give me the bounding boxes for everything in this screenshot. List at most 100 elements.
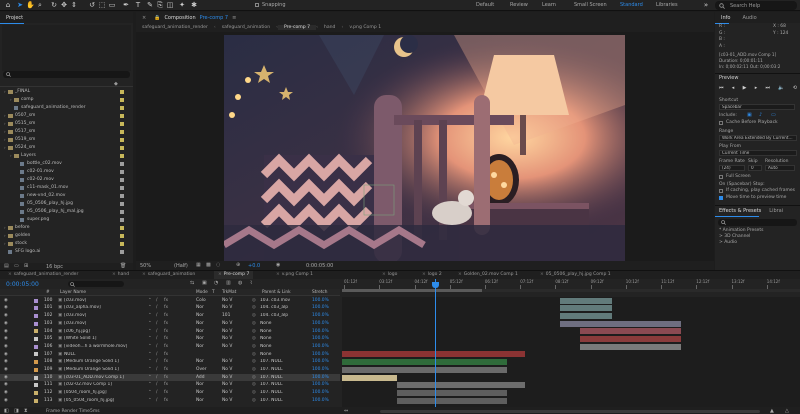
layer-track-matte[interactable]: No V — [222, 375, 232, 380]
include-video-icon[interactable]: ▣ — [747, 112, 752, 118]
layer-name[interactable]: [c02-02.mov Comp 1] — [64, 382, 146, 387]
breadcrumb-item[interactable]: v.png Comp 1 — [343, 25, 387, 30]
project-item[interactable]: › 0517_sm — [0, 128, 133, 135]
exposure-value[interactable]: +0.0 — [248, 263, 260, 269]
include-audio-icon[interactable]: ♪ — [759, 112, 762, 118]
libraries-tab[interactable]: Librai — [765, 208, 787, 214]
visibility-eye-icon[interactable]: ◉ — [4, 375, 8, 380]
shy-switch-icon[interactable]: ⌃ — [148, 398, 152, 403]
project-item[interactable]: c11-mask_01.mov — [0, 184, 133, 191]
layer-row[interactable]: ◉ 106 ▣ [videoh...h a wormhole.mov] ⌃ / fx Nor N… — [0, 343, 340, 350]
draft-3d-icon[interactable]: ▣ — [202, 280, 207, 286]
shy-switch-icon[interactable]: ⌃ — [148, 390, 152, 395]
effects-switch-icon[interactable]: fx — [164, 390, 168, 395]
visibility-eye-icon[interactable]: ◉ — [4, 305, 8, 310]
layer-row[interactable]: ◉ 100 ▣ [c03.mov] ⌃ / fx Colo No V ◎ 103. c03.mov 1… — [0, 297, 340, 304]
layer-track-matte[interactable]: No V — [222, 329, 232, 334]
layer-stretch[interactable]: 100.0% — [312, 305, 329, 310]
effects-switch-icon[interactable]: fx — [164, 382, 168, 387]
disclosure-arrow-icon[interactable]: › — [4, 113, 6, 118]
layer-mode[interactable]: Nor — [196, 336, 204, 341]
quality-switch-icon[interactable]: / — [156, 375, 157, 380]
layer-duration-bar[interactable] — [580, 328, 681, 335]
effects-switch-icon[interactable]: fx — [164, 329, 168, 334]
project-item[interactable]: c02-01.mov — [0, 168, 133, 175]
zoom-dropdown[interactable]: 50% — [140, 263, 151, 269]
timeline-tab[interactable]: × Pre-comp 7 — [214, 271, 254, 279]
layer-label-color[interactable] — [34, 337, 38, 341]
layer-row[interactable]: ◉ 112 ▣ [0504_room_hj.jpg] ⌃ / fx Nor No V ◎ 107. … — [0, 389, 340, 396]
layer-stretch[interactable]: 100.0% — [312, 352, 329, 357]
effects-switch-icon[interactable]: fx — [164, 367, 168, 372]
project-item[interactable]: › 0519_sm — [0, 136, 133, 143]
resolution-dropdown[interactable]: (Half) — [174, 263, 188, 269]
pick-whip-icon[interactable]: ◎ — [252, 367, 256, 372]
label-color-swatch[interactable] — [120, 89, 124, 94]
layer-label-color[interactable] — [34, 383, 38, 388]
zoom-tool-icon[interactable]: ⌕ — [36, 1, 44, 9]
graph-editor-icon[interactable]: ⌇ — [250, 280, 252, 286]
project-item[interactable]: 05_0506_play_hj_mal.jpg — [0, 208, 133, 215]
layer-name[interactable]: [c03-01_ADD.mov Comp 1] — [64, 375, 146, 380]
skip-input[interactable]: 0 — [748, 165, 762, 171]
layer-parent[interactable]: None — [260, 336, 304, 341]
pick-whip-icon[interactable]: ◎ — [252, 321, 256, 326]
pick-whip-icon[interactable]: ◎ — [252, 329, 256, 334]
close-icon[interactable]: × — [136, 15, 152, 21]
disclosure-arrow-icon[interactable]: › — [10, 153, 12, 158]
layer-parent[interactable]: None — [260, 321, 304, 326]
first-frame-icon[interactable]: ⏮ — [719, 85, 724, 91]
project-search-input[interactable] — [3, 71, 130, 78]
layer-parent[interactable]: 103. c03.mov — [260, 298, 304, 303]
layer-label-color[interactable] — [34, 360, 38, 365]
layer-mode[interactable]: Add — [196, 375, 205, 380]
layer-duration-bar[interactable] — [559, 312, 613, 319]
shortcut-dropdown[interactable]: Spacebar — [719, 104, 795, 110]
disclosure-arrow-icon[interactable]: › — [10, 97, 12, 102]
effects-item[interactable]: * Animation Presets — [719, 228, 763, 233]
orbit-tool-icon[interactable]: ↻ — [50, 1, 58, 9]
composition-tab-name[interactable]: Pre-comp 7 — [198, 15, 230, 21]
layer-row[interactable]: ◉ 102 ▣ [c03.mov] ⌃ / fx Nor 101 ◎ 104. c03_alp 100… — [0, 312, 340, 319]
shy-switch-icon[interactable]: ⌃ — [148, 375, 152, 380]
label-color-swatch[interactable] — [120, 217, 124, 222]
close-tab-icon[interactable]: × — [276, 272, 280, 277]
layer-stretch[interactable]: 100.0% — [312, 298, 329, 303]
layer-name[interactable]: [Medium Orange Solid 1] — [64, 359, 146, 364]
cache-before-playback-checkbox[interactable] — [719, 121, 723, 125]
effects-search-input[interactable] — [718, 219, 797, 226]
pick-whip-icon[interactable]: ◎ — [252, 305, 256, 310]
layer-mode[interactable]: Nor — [196, 382, 204, 387]
layer-label-color[interactable] — [34, 313, 38, 318]
new-comp-icon[interactable]: ⊞ — [24, 263, 28, 269]
layer-name[interactable]: [c03.mov] — [64, 313, 146, 318]
visibility-eye-icon[interactable]: ◉ — [4, 321, 8, 326]
quality-switch-icon[interactable]: / — [156, 321, 157, 326]
new-folder-icon[interactable]: ▭ — [14, 263, 19, 269]
layer-label-color[interactable] — [34, 298, 38, 303]
layer-duration-bar[interactable] — [397, 389, 507, 396]
layer-name[interactable]: [c03.mov] — [64, 321, 146, 326]
shy-switch-icon[interactable]: ⌃ — [148, 298, 152, 303]
home-icon[interactable]: ⌂ — [4, 1, 12, 9]
pick-whip-icon[interactable]: ◎ — [252, 390, 256, 395]
disclosure-arrow-icon[interactable]: › — [4, 129, 6, 134]
selection-tool-icon[interactable]: ➤ — [16, 1, 24, 9]
comp-flowchart-icon[interactable]: ⇆ — [190, 280, 194, 286]
expand-stretch-icon[interactable]: ⧗ — [24, 408, 28, 414]
layer-mode[interactable]: Nor — [196, 329, 204, 334]
layer-parent[interactable]: 107. NULL — [260, 367, 304, 372]
layer-stretch[interactable]: 100.0% — [312, 398, 329, 403]
layer-name[interactable]: [videoh...h a wormhole.mov] — [64, 344, 146, 349]
layer-parent[interactable]: 104. c03_alp — [260, 313, 304, 318]
layer-stretch[interactable]: 100.0% — [312, 336, 329, 341]
effects-switch-icon[interactable]: fx — [164, 305, 168, 310]
disclosure-arrow-icon[interactable]: › — [4, 225, 6, 230]
play-from-dropdown[interactable]: Current Time — [719, 150, 797, 156]
layer-row[interactable]: ◉ 113 ▣ [05_0504_room_hj.jpg] ⌃ / fx Nor No V ◎ 10… — [0, 397, 340, 404]
layer-row[interactable]: ◉ 104 ▣ [c06_hj.jpg] ⌃ / fx Nor No V ◎ None 100.0% — [0, 328, 340, 335]
layer-parent[interactable]: 107. NULL — [260, 398, 304, 403]
shy-switch-icon[interactable]: ⌃ — [148, 382, 152, 387]
close-tab-icon[interactable]: × — [112, 272, 116, 277]
work-area-bar[interactable] — [342, 289, 800, 292]
